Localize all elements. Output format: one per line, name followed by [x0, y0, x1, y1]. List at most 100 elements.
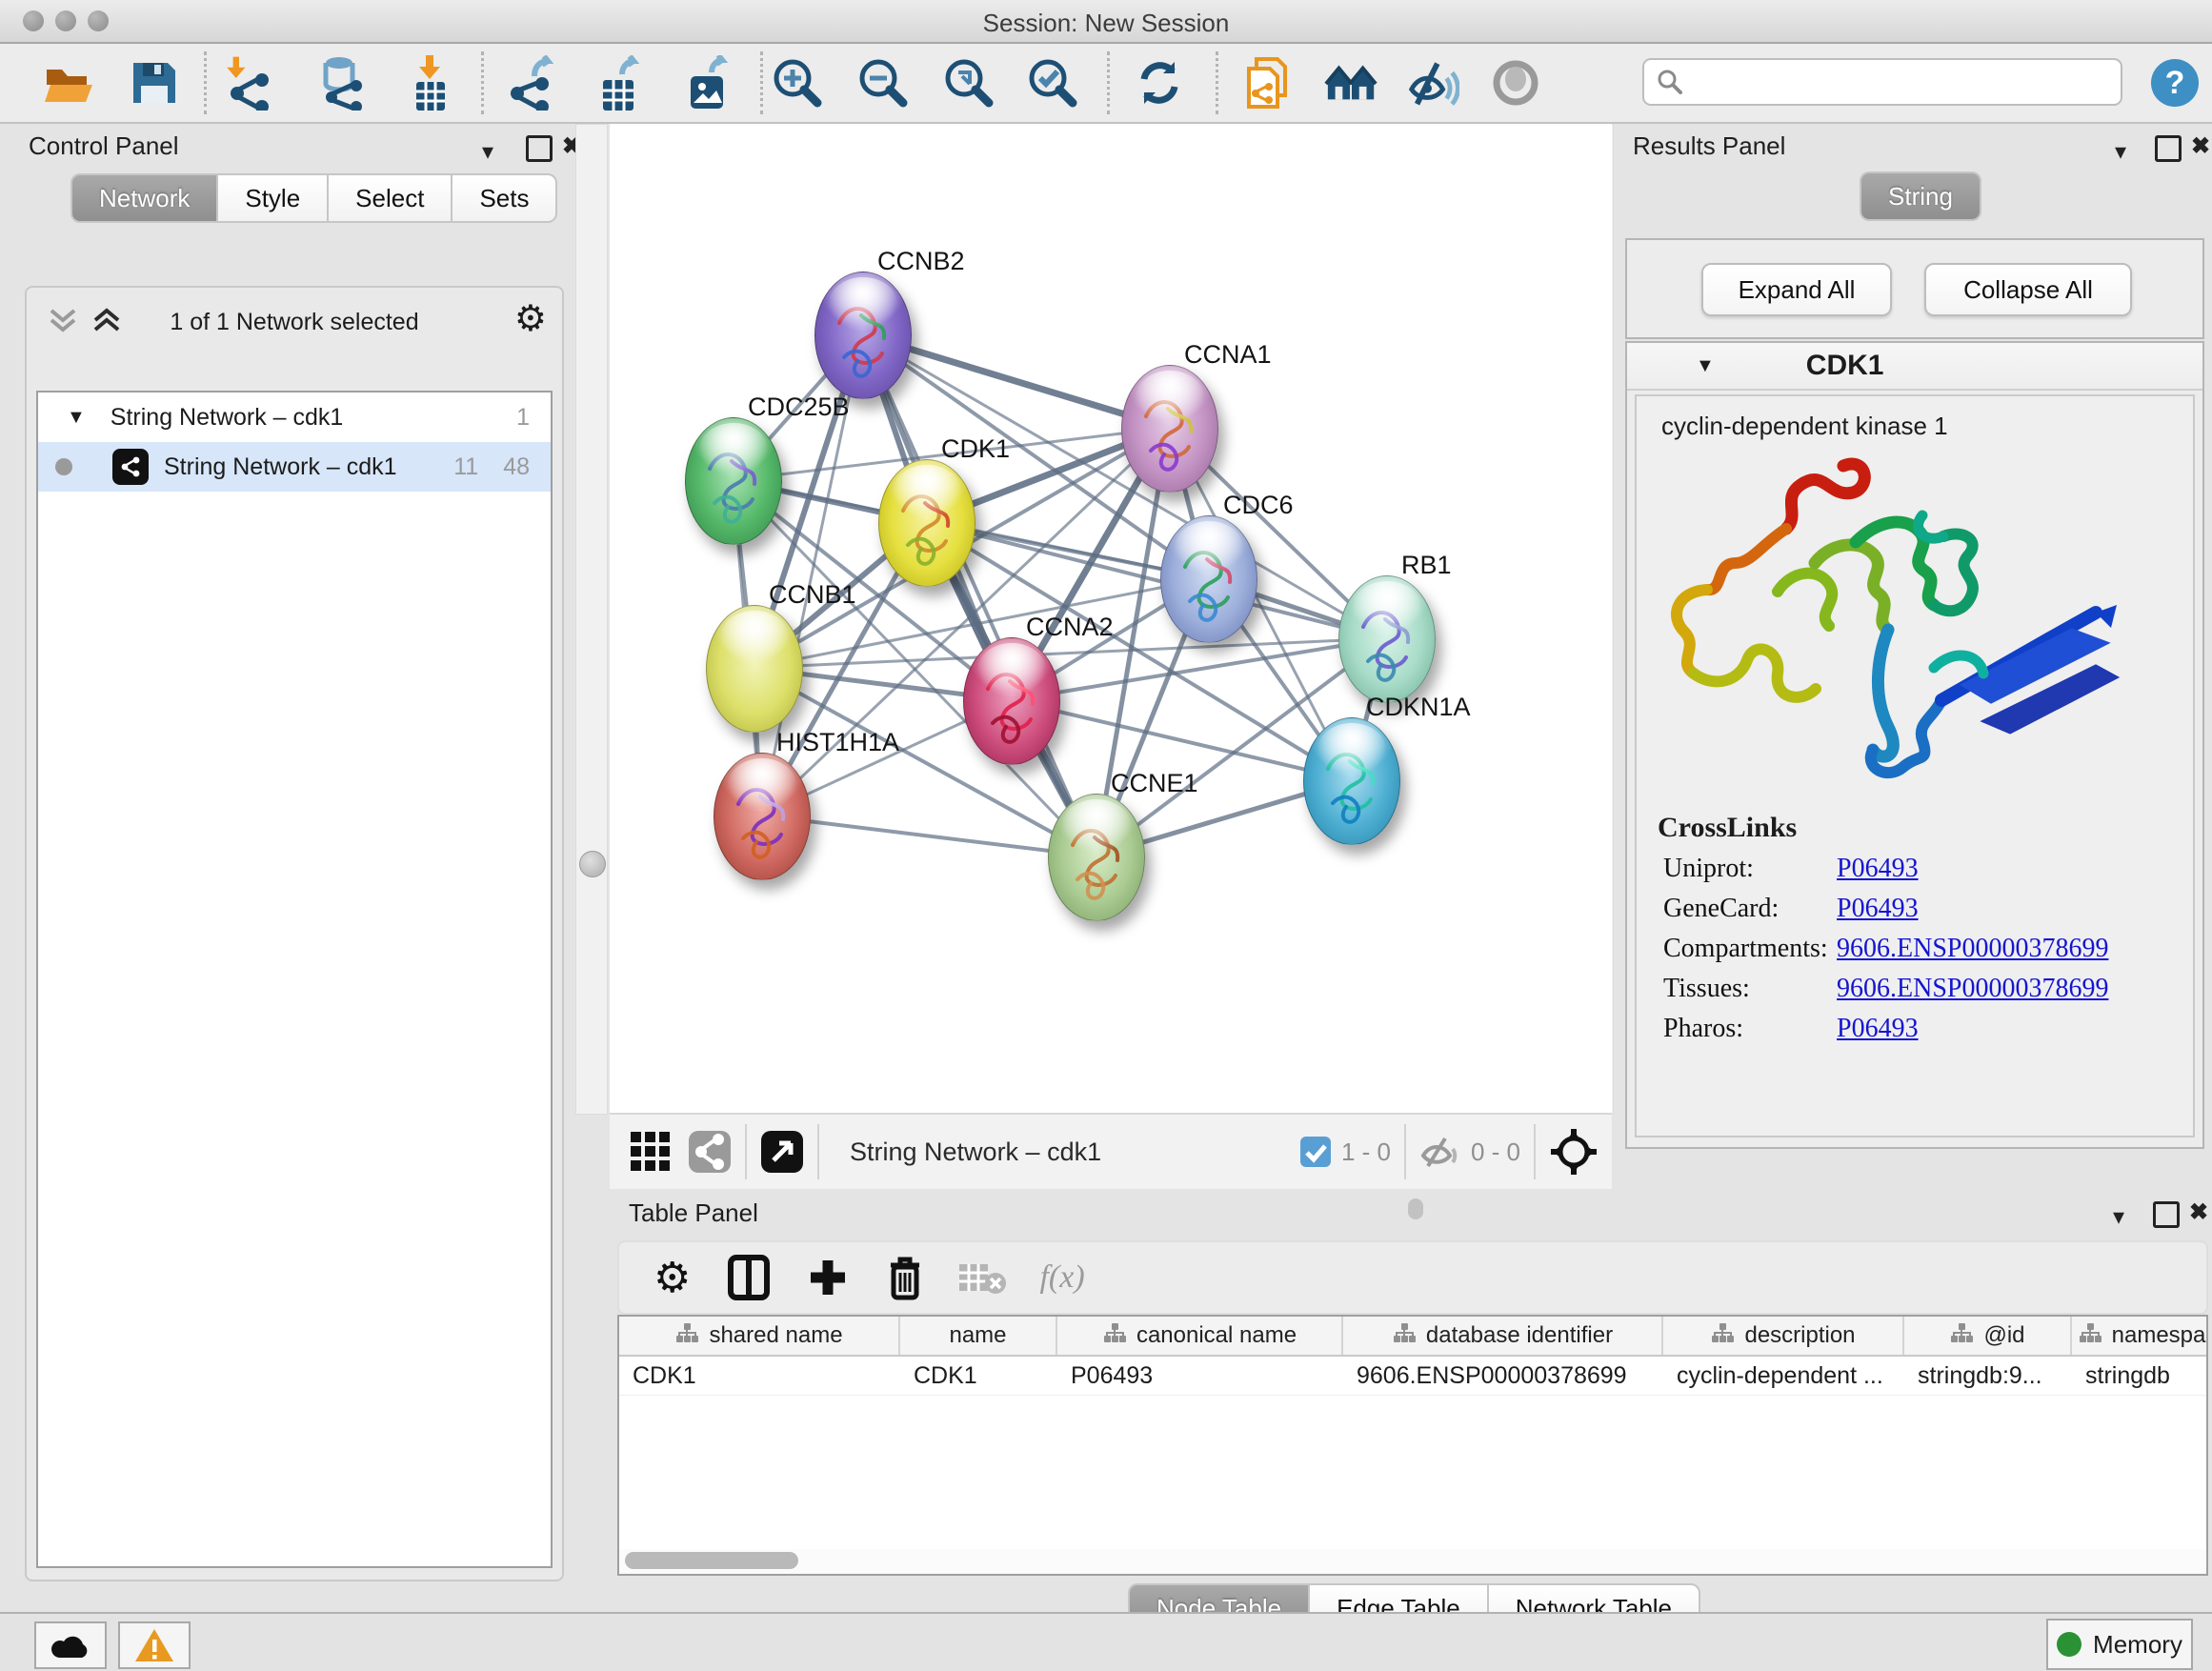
open-session-button[interactable] — [40, 55, 95, 111]
table-row[interactable]: CDK1CDK1P064939606.ENSP00000378699cyclin… — [619, 1357, 2206, 1396]
network-collection-row[interactable]: ▼ String Network – cdk1 1 — [38, 393, 551, 442]
cell-database-identifier[interactable]: 9606.ENSP00000378699 — [1343, 1357, 1663, 1395]
import-network-database-button[interactable] — [314, 55, 370, 111]
table-hscrollbar[interactable] — [617, 1549, 2208, 1576]
show-columns-icon[interactable] — [727, 1254, 771, 1301]
collapse-panel-icon[interactable]: ▾ — [2115, 141, 2126, 164]
tab-network[interactable]: Network — [70, 173, 216, 223]
export-table-button[interactable] — [591, 55, 646, 111]
edge-HIST1H1A-CCNE1[interactable] — [761, 815, 1096, 856]
collection-count: 1 — [516, 404, 530, 432]
expander-triangle-icon[interactable]: ▼ — [67, 407, 86, 429]
hide-graphics-button[interactable] — [1404, 55, 1459, 111]
collapse-all-button[interactable]: Collapse All — [1924, 263, 2132, 316]
crosslink-link[interactable]: P06493 — [1837, 894, 1919, 924]
node-CDK1[interactable] — [878, 459, 975, 587]
search-field[interactable] — [1642, 58, 2122, 106]
node-CCNA2[interactable] — [963, 637, 1060, 765]
tab-sets[interactable]: Sets — [451, 173, 557, 223]
cytoscape-window: Session: New Session — [0, 0, 2212, 1671]
import-network-database-icon — [314, 55, 370, 111]
node-CDKN1A[interactable] — [1303, 717, 1400, 845]
node-label-CDC6: CDC6 — [1223, 491, 1294, 520]
tab-style[interactable]: Style — [216, 173, 327, 223]
expand-all-button[interactable]: Expand All — [1701, 263, 1892, 316]
fit-content-button[interactable] — [941, 55, 996, 111]
float-panel-icon[interactable] — [2153, 1201, 2180, 1228]
node-CDC25B[interactable] — [685, 417, 782, 545]
column-header-canonical-name[interactable]: canonical name — [1057, 1317, 1343, 1355]
close-panel-icon[interactable]: ✖ — [2189, 1201, 2208, 1224]
section-triangle-icon[interactable]: ▼ — [1696, 355, 1715, 377]
cloud-button[interactable] — [34, 1621, 107, 1669]
cell-shared-name[interactable]: CDK1 — [619, 1357, 900, 1395]
crosslink-link[interactable]: P06493 — [1837, 1014, 1919, 1044]
zoom-in-button[interactable] — [770, 55, 825, 111]
houses-button[interactable] — [1324, 55, 1379, 111]
cell-canonical-name[interactable]: P06493 — [1057, 1357, 1343, 1395]
cdk1-section-header[interactable]: ▼ CDK1 — [1627, 343, 2202, 391]
column-header-database-identifier[interactable]: database identifier — [1343, 1317, 1663, 1355]
node-RB1[interactable] — [1338, 575, 1436, 703]
node-CCNB2[interactable] — [814, 272, 912, 399]
close-panel-icon[interactable]: ✖ — [2191, 135, 2210, 158]
table-settings-gear-icon[interactable]: ⚙ — [654, 1254, 691, 1302]
warnings-button[interactable] — [118, 1621, 191, 1669]
cell-namespac[interactable]: stringdb — [2072, 1357, 2208, 1395]
export-image-icon — [679, 55, 733, 111]
import-network-file-button[interactable] — [223, 55, 278, 111]
options-gear-icon[interactable]: ⚙ — [514, 297, 547, 340]
save-session-button[interactable] — [126, 55, 181, 111]
add-column-icon[interactable] — [807, 1257, 849, 1299]
hidden-eye-icon[interactable] — [1419, 1135, 1461, 1169]
view-mode-icon[interactable] — [688, 1130, 732, 1174]
open-in-window-icon[interactable] — [760, 1130, 804, 1174]
node-CCNA1[interactable] — [1121, 365, 1218, 493]
column-header-namespac[interactable]: namespac — [2072, 1317, 2208, 1355]
network-row-selected[interactable]: String Network – cdk1 11 48 — [38, 442, 551, 492]
edge-CCNB2-CCNE1[interactable] — [862, 334, 1096, 856]
float-panel-icon[interactable] — [2155, 135, 2182, 162]
network-canvas[interactable]: CCNB2CCNA1CDC25BCDK1CDC6RB1CCNB1CCNA2CDK… — [610, 124, 1612, 1113]
column-header-description[interactable]: description — [1663, 1317, 1904, 1355]
refresh-button[interactable] — [1132, 55, 1187, 111]
crosslink-link[interactable]: P06493 — [1837, 854, 1919, 884]
hscroll-thumb[interactable] — [625, 1552, 798, 1569]
warning-icon — [133, 1627, 175, 1663]
zoom-out-button[interactable] — [855, 55, 911, 111]
crosslink-link[interactable]: 9606.ENSP00000378699 — [1837, 934, 2108, 964]
float-panel-icon[interactable] — [526, 135, 553, 162]
left-splitter-track[interactable] — [575, 124, 608, 1115]
tab-string[interactable]: String — [1860, 171, 1981, 221]
crosshair-icon[interactable] — [1549, 1127, 1599, 1177]
node-CCNE1[interactable] — [1048, 794, 1145, 921]
cell-name[interactable]: CDK1 — [900, 1357, 1057, 1395]
grid-mode-icon[interactable] — [629, 1130, 673, 1174]
help-button[interactable]: ? — [2147, 55, 2202, 111]
tab-select[interactable]: Select — [327, 173, 451, 223]
collapse-panel-icon[interactable]: ▾ — [482, 141, 493, 164]
export-network-button[interactable] — [505, 55, 560, 111]
netbar-divider — [1404, 1124, 1406, 1179]
collapse-panel-icon[interactable]: ▾ — [2113, 1206, 2124, 1229]
node-CCNB1[interactable] — [706, 605, 803, 733]
column-header-@id[interactable]: @id — [1904, 1317, 2072, 1355]
left-splitter-knob[interactable] — [579, 851, 606, 877]
column-header-shared-name[interactable]: shared name — [619, 1317, 900, 1355]
birdseye-button[interactable] — [1488, 55, 1543, 111]
clone-network-button[interactable] — [1238, 55, 1294, 111]
export-image-button[interactable] — [678, 55, 734, 111]
selected-checkbox-icon[interactable] — [1299, 1136, 1332, 1168]
cell-@id[interactable]: stringdb:9... — [1904, 1357, 2072, 1395]
import-table-button[interactable] — [402, 55, 457, 111]
cell-description[interactable]: cyclin-dependent ... — [1663, 1357, 1904, 1395]
table-panel: Table Panel ▾ ✖ ⚙ f(x) — [610, 1198, 2212, 1608]
zoom-selected-button[interactable] — [1025, 55, 1080, 111]
node-HIST1H1A[interactable] — [714, 753, 811, 880]
delete-column-icon[interactable] — [885, 1254, 925, 1301]
crosslink-link[interactable]: 9606.ENSP00000378699 — [1837, 974, 2108, 1004]
column-header-name[interactable]: name — [900, 1317, 1057, 1355]
search-input[interactable] — [1684, 68, 2098, 96]
memory-button[interactable]: Memory — [2046, 1619, 2193, 1670]
node-CDC6[interactable] — [1160, 515, 1257, 643]
